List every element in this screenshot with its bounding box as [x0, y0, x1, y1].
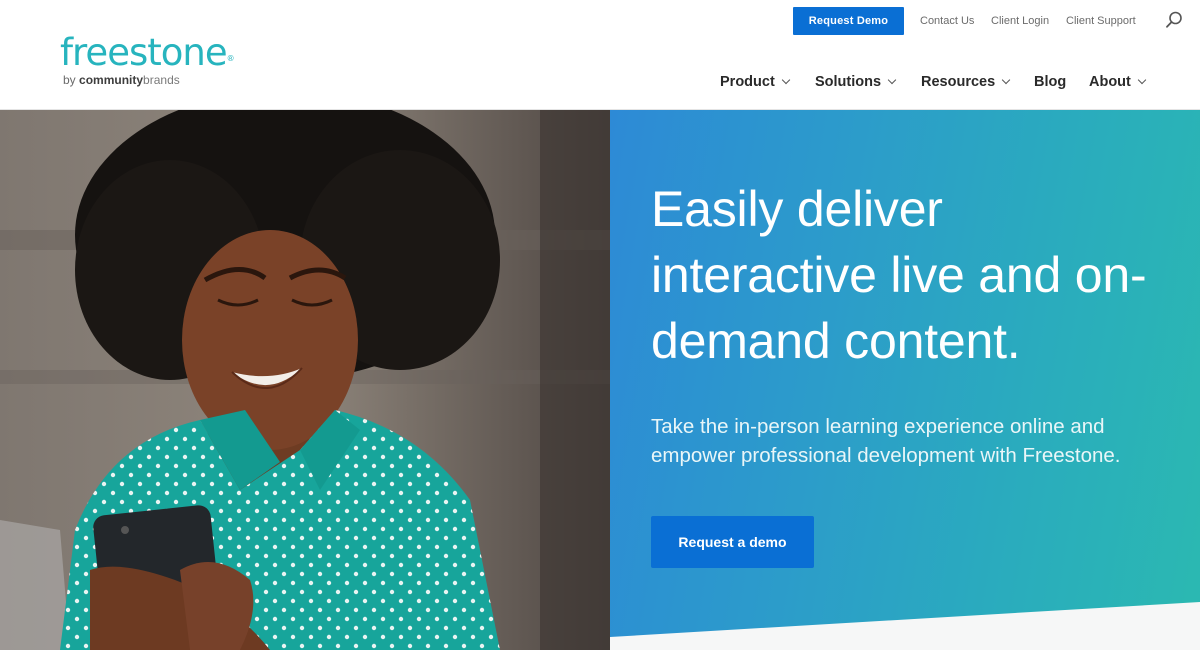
logo-byline: by communitybrands	[63, 73, 180, 87]
hero-title: Easily deliver interactive live and on- …	[651, 181, 1147, 369]
chevron-down-icon	[781, 75, 791, 85]
freestone-logo[interactable]: freestone® by communitybrands	[60, 31, 235, 88]
request-a-demo-button[interactable]: Request a demo	[651, 516, 814, 568]
request-demo-button[interactable]: Request Demo	[793, 7, 904, 35]
client-login-link[interactable]: Client Login	[991, 15, 1049, 27]
nav-product[interactable]: Product	[720, 74, 791, 90]
chevron-down-icon	[1001, 75, 1011, 85]
contact-us-link[interactable]: Contact Us	[920, 15, 974, 27]
logo-wordmark: freestone	[60, 31, 228, 74]
nav-blog[interactable]: Blog	[1034, 74, 1066, 90]
site-header: freestone® by communitybrands Request De…	[0, 0, 1200, 110]
chevron-down-icon	[1137, 75, 1147, 85]
chevron-down-icon	[887, 75, 897, 85]
nav-resources[interactable]: Resources	[921, 74, 1011, 90]
nav-solutions[interactable]: Solutions	[815, 74, 897, 90]
hero-subtitle: Take the in-person learning experience o…	[651, 415, 1121, 467]
hero-image	[0, 110, 610, 650]
search-icon[interactable]	[1164, 10, 1184, 30]
hero-photo-illustration	[0, 110, 610, 650]
registered-mark: ®	[226, 54, 235, 63]
hero-panel: Easily deliver interactive live and on- …	[610, 110, 1200, 650]
nav-about[interactable]: About	[1089, 74, 1147, 90]
client-support-link[interactable]: Client Support	[1066, 15, 1136, 27]
